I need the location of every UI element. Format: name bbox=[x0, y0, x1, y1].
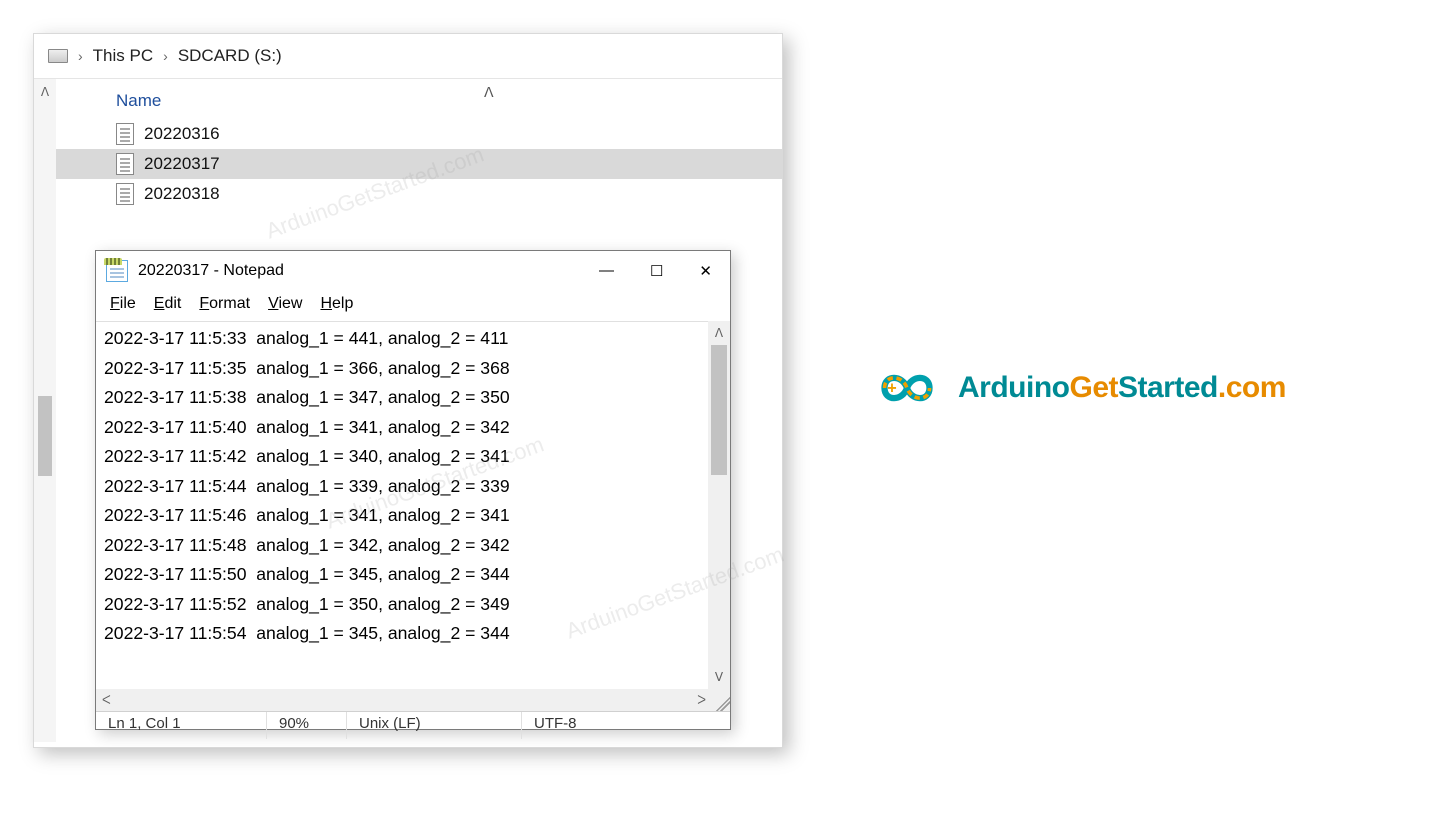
close-button[interactable]: ✕ bbox=[699, 262, 712, 280]
brand-logo: + ArduinoGetStarted.com bbox=[862, 358, 1286, 418]
scroll-up-icon[interactable]: ᐱ bbox=[715, 321, 723, 345]
menu-edit[interactable]: Edit bbox=[154, 295, 182, 313]
file-icon bbox=[116, 183, 134, 205]
window-title: 20220317 - Notepad bbox=[138, 262, 284, 280]
minimize-button[interactable]: ― bbox=[599, 262, 614, 280]
chevron-right-icon: › bbox=[163, 48, 168, 64]
menu-view[interactable]: View bbox=[268, 295, 302, 313]
statusbar: Ln 1, Col 1 90% Unix (LF) UTF-8 bbox=[96, 711, 730, 739]
svg-text:+: + bbox=[887, 379, 896, 397]
file-name: 20220318 bbox=[144, 184, 220, 204]
maximize-button[interactable]: ☐ bbox=[650, 262, 663, 280]
menu-format[interactable]: Format bbox=[199, 295, 250, 313]
notepad-icon bbox=[106, 260, 128, 282]
status-position: Ln 1, Col 1 bbox=[96, 712, 266, 739]
file-name: 20220316 bbox=[144, 124, 220, 144]
text-area[interactable]: 2022-3-17 11:5:33 analog_1 = 441, analog… bbox=[96, 321, 708, 689]
scroll-left-icon[interactable]: ᐸ bbox=[96, 693, 117, 707]
file-item[interactable]: 20220318 bbox=[56, 179, 782, 209]
file-icon bbox=[116, 123, 134, 145]
infinity-logo-icon: + bbox=[862, 358, 952, 418]
file-item[interactable]: 20220316 bbox=[56, 119, 782, 149]
scroll-right-icon[interactable]: ᐳ bbox=[691, 693, 712, 707]
resize-grip-icon[interactable] bbox=[712, 693, 730, 711]
menu-file[interactable]: File bbox=[110, 295, 136, 313]
column-header-name[interactable]: Name bbox=[56, 79, 782, 119]
drive-icon bbox=[48, 49, 68, 63]
scroll-thumb[interactable] bbox=[38, 396, 52, 476]
file-name: 20220317 bbox=[144, 154, 220, 174]
status-encoding: UTF-8 bbox=[521, 712, 730, 739]
chevron-right-icon: › bbox=[78, 48, 83, 64]
menu-help[interactable]: Help bbox=[320, 295, 353, 313]
scroll-up-icon[interactable]: ᐱ bbox=[41, 85, 49, 99]
logo-text: ArduinoGetStarted.com bbox=[958, 371, 1286, 405]
status-line-ending: Unix (LF) bbox=[346, 712, 521, 739]
file-icon bbox=[116, 153, 134, 175]
breadcrumb-item[interactable]: This PC bbox=[93, 46, 153, 66]
vertical-scrollbar[interactable]: ᐱ bbox=[34, 79, 56, 742]
breadcrumb-item[interactable]: SDCARD (S:) bbox=[178, 46, 282, 66]
scroll-down-icon[interactable]: ᐯ bbox=[715, 665, 723, 689]
scroll-thumb[interactable] bbox=[711, 345, 727, 475]
horizontal-scrollbar[interactable]: ᐸ ᐳ bbox=[96, 689, 730, 711]
status-zoom: 90% bbox=[266, 712, 346, 739]
menubar: File Edit Format View Help bbox=[96, 291, 730, 321]
vertical-scrollbar[interactable]: ᐱ ᐯ bbox=[708, 321, 730, 689]
chevron-up-icon[interactable]: ᐱ bbox=[484, 84, 494, 101]
file-item[interactable]: 20220317 bbox=[56, 149, 782, 179]
titlebar[interactable]: 20220317 - Notepad ― ☐ ✕ bbox=[96, 251, 730, 291]
breadcrumb[interactable]: › This PC › SDCARD (S:) bbox=[34, 34, 782, 79]
notepad-window: 20220317 - Notepad ― ☐ ✕ File Edit Forma… bbox=[95, 250, 731, 730]
